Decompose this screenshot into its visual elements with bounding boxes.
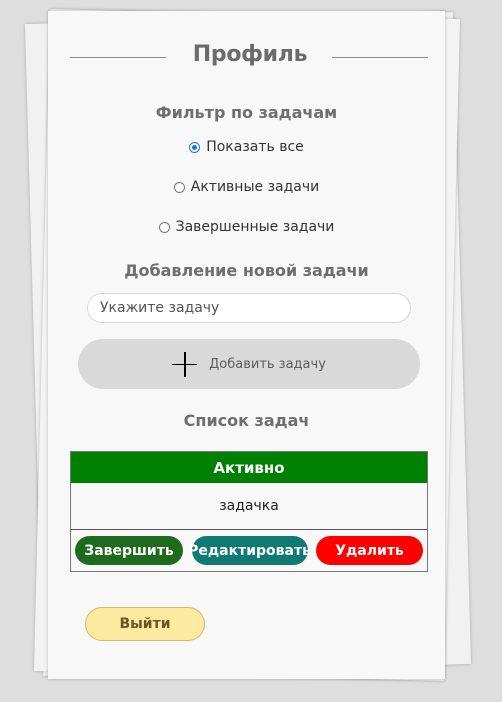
filter-option-completed[interactable]: Завершенные задачи xyxy=(48,219,445,237)
task-status-badge: Активно xyxy=(71,452,427,483)
title-row: Профиль xyxy=(70,42,430,74)
delete-task-button[interactable]: Удалить xyxy=(316,536,423,565)
edit-task-button[interactable]: Редактировать xyxy=(188,536,311,565)
task-name: задачка xyxy=(71,483,427,530)
complete-task-button[interactable]: Завершить xyxy=(75,536,183,565)
task-list-heading: Список задач xyxy=(183,411,310,430)
filter-option-all[interactable]: Показать все xyxy=(48,139,445,157)
add-task-button-label: Добавить задачу xyxy=(209,356,326,372)
filter-option-active[interactable]: Активные задачи xyxy=(48,179,445,197)
task-input[interactable] xyxy=(87,293,411,323)
task-actions: Завершить Редактировать Удалить xyxy=(71,530,427,571)
task-card: Активно задачка Завершить Редактировать … xyxy=(70,451,428,572)
radio-active-icon[interactable] xyxy=(173,181,185,193)
radio-completed-icon[interactable] xyxy=(158,221,170,233)
title-divider-right xyxy=(332,57,428,58)
filter-option-label: Активные задачи xyxy=(190,179,320,195)
filter-option-label: Завершенные задачи xyxy=(175,219,335,235)
add-task-button[interactable]: Добавить задачу xyxy=(78,339,420,389)
logout-button[interactable]: Выйти xyxy=(85,607,205,641)
radio-all-icon[interactable] xyxy=(189,141,201,153)
filter-heading: Фильтр по задачам xyxy=(155,103,338,122)
add-task-heading: Добавление новой задачи xyxy=(124,261,369,280)
page-title: Профиль xyxy=(192,42,308,67)
plus-icon xyxy=(172,351,198,377)
filter-option-label: Показать все xyxy=(206,139,304,155)
